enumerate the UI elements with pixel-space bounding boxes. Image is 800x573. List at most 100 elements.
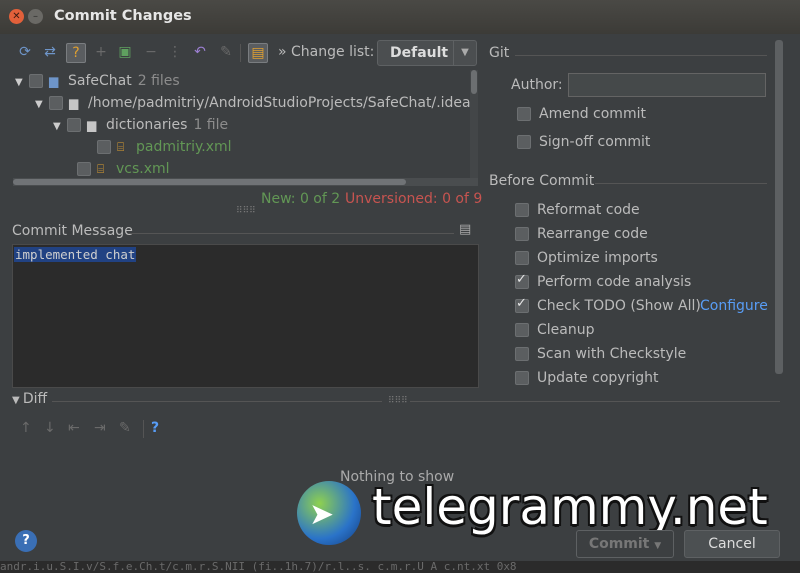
message-history-icon[interactable]: ▤ <box>459 222 471 237</box>
author-field[interactable] <box>568 73 766 97</box>
tree-count: 2 files <box>137 73 180 89</box>
chevron-down-icon: ▼ <box>453 41 476 65</box>
checkbox[interactable] <box>515 203 529 217</box>
checkbox[interactable] <box>515 227 529 241</box>
tree-row[interactable]: ⌸ padmitriy.xml <box>97 136 232 158</box>
edit-diff-icon[interactable]: ✎ <box>119 420 131 436</box>
option-label: Optimize imports <box>537 250 658 266</box>
question-icon[interactable]: ? <box>66 43 86 63</box>
commit-message-input[interactable] <box>12 244 479 388</box>
checkbox[interactable] <box>515 323 529 337</box>
arrow-up-icon[interactable]: ↑ <box>20 420 32 436</box>
checkbox[interactable] <box>517 135 531 149</box>
open-file-icon[interactable]: ⇥ <box>94 420 106 436</box>
watermark-text: telegrammy.net <box>372 478 768 536</box>
chevron-down-icon: ▼ <box>654 541 662 551</box>
cancel-button[interactable]: Cancel <box>684 530 780 558</box>
tree-label: padmitriy.xml <box>136 139 232 155</box>
diff-label: Diff <box>22 391 48 407</box>
options-scrollbar[interactable] <box>775 40 783 374</box>
configure-link[interactable]: Configure <box>700 298 768 314</box>
option-label: Update copyright <box>537 370 659 386</box>
expand-icon[interactable]: ▼ <box>53 116 67 138</box>
signoff-commit-checkbox[interactable]: Sign-off commit <box>517 134 650 150</box>
changelist-label: » Change list: <box>278 44 375 60</box>
check-todo-checkbox[interactable]: Check TODO (Show All) <box>515 296 701 314</box>
cleanup-checkbox[interactable]: Cleanup <box>515 322 595 338</box>
move-icon[interactable]: ⋮ <box>166 43 184 61</box>
expand-icon[interactable]: ▼ <box>35 94 49 116</box>
changes-tree[interactable]: ▼ ▆ SafeChat 2 files ▼ ▆/home/padmitriy/Andr… <box>13 70 478 186</box>
author-label: Author: <box>511 77 563 93</box>
close-window-button[interactable]: ✕ <box>9 9 24 24</box>
tree-row[interactable]: ▼ ▆ /home/padmitriy/AndroidStudioProjects/… <box>35 92 471 114</box>
tree-label: dictionaries <box>106 117 188 133</box>
tree-checkbox[interactable] <box>67 118 81 132</box>
tree-horizontal-scroll-thumb[interactable] <box>13 179 406 185</box>
tree-label: SafeChat <box>68 73 132 89</box>
help-button[interactable]: ? <box>15 530 37 552</box>
checkbox[interactable] <box>517 107 531 121</box>
arrow-down-icon[interactable]: ↓ <box>44 420 56 436</box>
changelist-select[interactable]: Default ▼ <box>377 40 477 66</box>
jump-to-source-icon[interactable]: ⇤ <box>68 420 80 436</box>
unversioned-files-link[interactable]: Unversioned: 0 of 9 <box>345 191 482 207</box>
checkbox[interactable] <box>515 251 529 265</box>
section-divider <box>52 401 382 402</box>
undo-icon[interactable]: ↶ <box>191 43 209 61</box>
option-label: Reformat code <box>537 202 640 218</box>
toolbar-separator <box>143 420 144 438</box>
tree-checkbox[interactable] <box>77 162 91 176</box>
folder-icon: ▆ <box>69 96 79 110</box>
help-icon[interactable]: ? <box>151 420 159 436</box>
minimize-window-button[interactable]: – <box>28 9 43 24</box>
tree-row[interactable]: ▼ ▆ SafeChat 2 files <box>15 70 180 92</box>
checkbox[interactable] <box>515 296 529 313</box>
optimize-imports-checkbox[interactable]: Optimize imports <box>515 250 658 266</box>
option-label: Scan with Checkstyle <box>537 346 687 362</box>
xml-file-icon: ⌸ <box>97 162 105 176</box>
tree-checkbox[interactable] <box>29 74 43 88</box>
checkbox[interactable] <box>515 272 529 289</box>
section-divider <box>515 55 767 56</box>
amend-commit-label: Amend commit <box>539 106 646 122</box>
scan-checkstyle-checkbox[interactable]: Scan with Checkstyle <box>515 346 686 362</box>
git-section-title: Git <box>489 45 510 61</box>
option-label: Check TODO (Show All) <box>537 298 701 314</box>
window-title: Commit Changes <box>54 8 192 24</box>
telegram-logo: ➤ <box>297 481 361 545</box>
tree-checkbox[interactable] <box>49 96 63 110</box>
new-files-status: New: 0 of 2 <box>261 191 341 207</box>
commit-group-icon[interactable]: ▣ <box>116 43 134 61</box>
minus-icon[interactable]: − <box>142 43 160 61</box>
folder-icon: ▆ <box>87 118 97 132</box>
commit-button[interactable]: Commit ▼ <box>576 530 674 558</box>
module-icon: ▆ <box>49 74 59 88</box>
tree-count: 1 file <box>193 117 229 133</box>
edit-icon[interactable]: ✎ <box>217 43 235 61</box>
amend-commit-checkbox[interactable]: Amend commit <box>517 106 646 122</box>
tree-checkbox[interactable] <box>97 140 111 154</box>
checkbox[interactable] <box>515 371 529 385</box>
tree-row[interactable]: ⌸ vcs.xml <box>77 158 170 180</box>
refresh-icon[interactable]: ⟳ <box>16 43 34 61</box>
splitter-grip-icon[interactable]: ⠿⠿⠿ <box>236 206 256 216</box>
expand-icon[interactable]: ▼ <box>15 72 29 94</box>
commit-message-text: implemented chat <box>14 247 137 262</box>
before-commit-section-title: Before Commit <box>489 173 595 189</box>
update-copyright-checkbox[interactable]: Update copyright <box>515 370 658 386</box>
option-label: Rearrange code <box>537 226 648 242</box>
add-icon[interactable]: + <box>92 43 110 61</box>
checkbox[interactable] <box>515 347 529 361</box>
tree-vertical-scroll-thumb[interactable] <box>471 70 477 94</box>
diff-toggle[interactable]: ▼ Diff <box>12 391 47 407</box>
changelist-icon[interactable]: ▤ <box>248 43 268 63</box>
tree-row[interactable]: ▼ ▆ dictionaries 1 file <box>53 114 228 136</box>
sync-icon[interactable]: ⇄ <box>41 43 59 61</box>
perform-code-analysis-checkbox[interactable]: Perform code analysis <box>515 272 691 290</box>
splitter-grip-icon[interactable]: ⠿⠿⠿ <box>388 396 408 406</box>
xml-file-icon: ⌸ <box>117 140 125 154</box>
background-terminal-text: andr.i.u.S.I.v/S.f.e.Ch.t/c.m.r.S.NII (f… <box>0 561 800 573</box>
rearrange-code-checkbox[interactable]: Rearrange code <box>515 226 648 242</box>
reformat-code-checkbox[interactable]: Reformat code <box>515 202 640 218</box>
